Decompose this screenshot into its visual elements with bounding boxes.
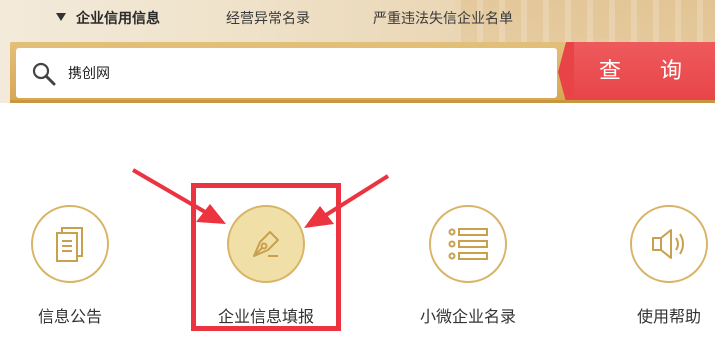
feature-info-notice[interactable]: 信息公告 bbox=[20, 205, 120, 327]
search-box bbox=[16, 48, 557, 98]
highlight-box bbox=[191, 183, 341, 331]
search-bar bbox=[10, 42, 566, 102]
feature-icon-circle bbox=[429, 205, 507, 283]
document-icon bbox=[56, 227, 83, 262]
feature-icon-circle bbox=[630, 205, 708, 283]
feature-label: 信息公告 bbox=[37, 307, 102, 326]
search-input[interactable] bbox=[68, 60, 538, 86]
tab-label: 企业信用信息 bbox=[76, 11, 160, 27]
speaker-icon bbox=[652, 229, 684, 259]
tab-dishonest-list[interactable]: 严重违法失信企业名单 bbox=[373, 10, 513, 28]
search-category-tabs: 企业信用信息 经营异常名录 严重违法失信企业名单 bbox=[0, 0, 715, 40]
tab-label: 严重违法失信企业名单 bbox=[373, 11, 513, 27]
tab-abnormal-list[interactable]: 经营异常名录 bbox=[226, 10, 310, 28]
feature-help[interactable]: 使用帮助 bbox=[619, 205, 715, 327]
tab-label: 经营异常名录 bbox=[226, 11, 310, 27]
dropdown-triangle-icon bbox=[56, 13, 66, 21]
tab-credit-info[interactable]: 企业信用信息 bbox=[56, 10, 160, 28]
feature-label: 小微企业名录 bbox=[419, 307, 516, 326]
feature-label: 使用帮助 bbox=[636, 307, 701, 326]
feature-small-business-list[interactable]: 小微企业名录 bbox=[418, 205, 518, 327]
search-button[interactable]: 查 询 bbox=[566, 42, 715, 102]
list-icon bbox=[448, 228, 488, 260]
search-underline bbox=[10, 100, 715, 103]
search-icon bbox=[32, 62, 56, 86]
feature-icon-circle bbox=[31, 205, 109, 283]
